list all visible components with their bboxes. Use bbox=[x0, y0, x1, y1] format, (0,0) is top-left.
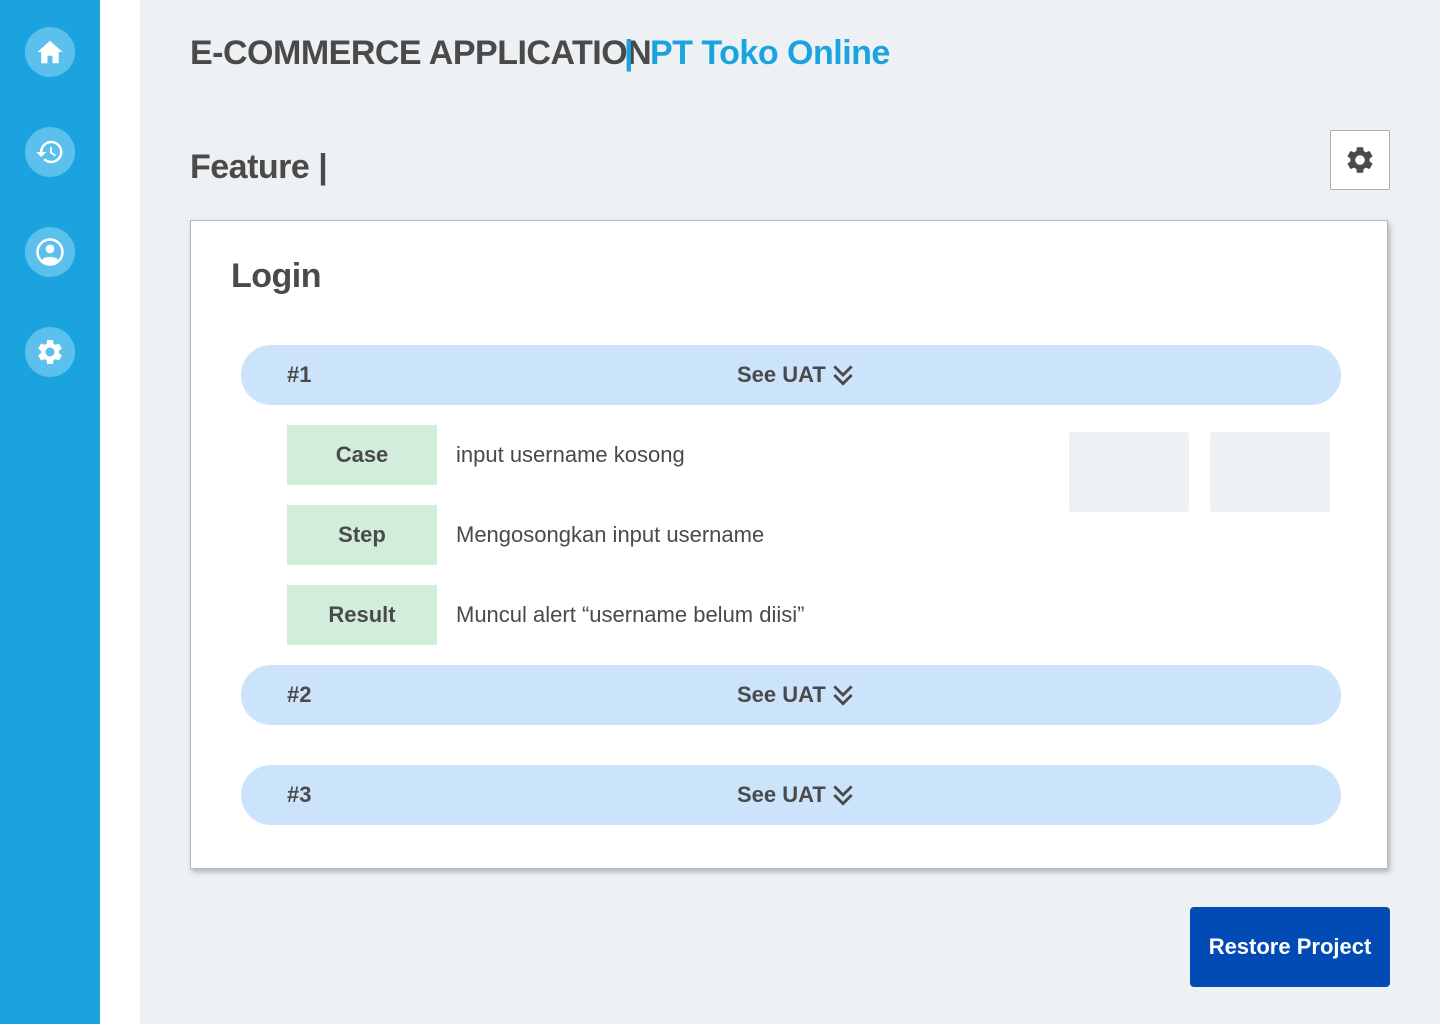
nav-settings-button[interactable] bbox=[25, 327, 75, 377]
feature-settings-button[interactable] bbox=[1330, 130, 1390, 190]
uat-row-2[interactable]: #2 See UAT bbox=[241, 665, 1341, 725]
case-value: input username kosong bbox=[456, 442, 685, 467]
see-uat-toggle[interactable]: See UAT bbox=[737, 362, 856, 388]
double-chevron-down-icon bbox=[833, 685, 853, 706]
gear-icon bbox=[38, 340, 62, 364]
double-chevron-down-icon bbox=[833, 785, 853, 806]
sidebar bbox=[0, 0, 100, 1024]
step-value: Mengosongkan input username bbox=[456, 522, 765, 547]
app-title: E-COMMERCE APPLICATION bbox=[190, 34, 652, 72]
home-icon bbox=[37, 40, 63, 64]
uat-number: #1 bbox=[287, 362, 312, 387]
screenshot-thumbnail[interactable] bbox=[1069, 432, 1189, 512]
company-name: PT Toko Online bbox=[650, 34, 890, 72]
gear-icon bbox=[1347, 147, 1373, 173]
uat-number: #2 bbox=[287, 682, 312, 707]
screenshot-thumbnail[interactable] bbox=[1210, 432, 1330, 512]
uat-number: #3 bbox=[287, 782, 312, 807]
card-title: Login bbox=[231, 257, 322, 295]
step-label: Step bbox=[287, 505, 437, 565]
see-uat-toggle[interactable]: See UAT bbox=[737, 782, 856, 808]
see-uat-label: See UAT bbox=[737, 362, 826, 387]
history-icon bbox=[36, 140, 63, 164]
nav-home-button[interactable] bbox=[25, 27, 75, 77]
result-label: Result bbox=[287, 585, 437, 645]
see-uat-toggle[interactable]: See UAT bbox=[737, 682, 856, 708]
uat-row-3[interactable]: #3 See UAT bbox=[241, 765, 1341, 825]
restore-project-button[interactable]: Restore Project bbox=[1190, 907, 1390, 987]
result-value: Muncul alert “username belum diisi” bbox=[456, 602, 805, 627]
feature-title: Feature | bbox=[190, 148, 328, 186]
double-chevron-down-icon bbox=[833, 365, 853, 386]
uat-row-1[interactable]: #1 See UAT bbox=[241, 345, 1341, 405]
see-uat-label: See UAT bbox=[737, 682, 826, 707]
feature-card: Login #1 See UAT Case input username kos… bbox=[190, 220, 1388, 869]
user-icon bbox=[36, 238, 64, 266]
title-separator: | bbox=[624, 34, 634, 72]
see-uat-label: See UAT bbox=[737, 782, 826, 807]
case-label: Case bbox=[287, 425, 437, 485]
nav-user-button[interactable] bbox=[25, 227, 75, 277]
nav-history-button[interactable] bbox=[25, 127, 75, 177]
sidebar-gutter bbox=[100, 0, 140, 1024]
